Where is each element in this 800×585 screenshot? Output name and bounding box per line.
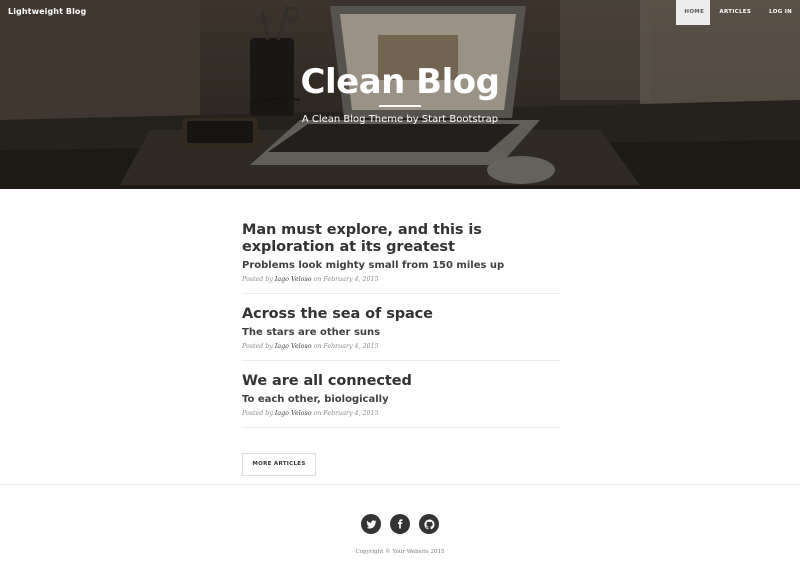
footer-divider: [0, 484, 800, 485]
nav-item-home[interactable]: Home: [676, 0, 711, 25]
post-preview[interactable]: Man must explore, and this is exploratio…: [242, 222, 560, 283]
hero-divider: [379, 105, 421, 107]
twitter-button[interactable]: [361, 514, 381, 534]
post-date: on February 4, 2015: [313, 343, 379, 350]
post-divider: [242, 360, 560, 361]
post-subtitle[interactable]: The stars are other suns: [242, 326, 560, 340]
post-preview[interactable]: We are all connected To each other, biol…: [242, 373, 560, 417]
facebook-icon: [397, 519, 403, 529]
navbar: Lightweight Blog Home Articles Log in: [0, 0, 800, 25]
more-articles-button[interactable]: More Articles: [242, 453, 316, 476]
post-meta-prefix: Posted by: [242, 276, 273, 283]
post-date: on February 4, 2015: [313, 410, 379, 417]
post-meta-prefix: Posted by: [242, 343, 273, 350]
post-subtitle[interactable]: To each other, biologically: [242, 393, 560, 407]
brand-link[interactable]: Lightweight Blog: [8, 7, 86, 16]
post-title[interactable]: Man must explore, and this is exploratio…: [242, 222, 560, 256]
post-subtitle[interactable]: Problems look mighty small from 150 mile…: [242, 259, 560, 273]
post-title[interactable]: Across the sea of space: [242, 306, 560, 323]
post-title[interactable]: We are all connected: [242, 373, 560, 390]
facebook-button[interactable]: [390, 514, 410, 534]
twitter-icon: [365, 519, 377, 529]
hero-header: Lightweight Blog Home Articles Log in Cl…: [0, 0, 800, 189]
post-meta: Posted by Iago Veloso on February 4, 201…: [242, 410, 560, 417]
post-date: on February 4, 2015: [313, 276, 379, 283]
post-divider: [242, 293, 560, 294]
post-author-link[interactable]: Iago Veloso: [275, 276, 312, 283]
post-author-link[interactable]: Iago Veloso: [275, 343, 312, 350]
github-icon: [423, 518, 435, 529]
post-divider: [242, 427, 560, 428]
copyright-text: Copyright © Your Website 2015: [355, 549, 445, 555]
post-author-link[interactable]: Iago Veloso: [275, 410, 312, 417]
github-button[interactable]: [419, 514, 439, 534]
nav-menu: Home Articles Log in: [676, 0, 800, 25]
post-preview[interactable]: Across the sea of space The stars are ot…: [242, 306, 560, 350]
nav-item-login[interactable]: Log in: [761, 0, 800, 25]
hero-subtitle: A Clean Blog Theme by Start Bootstrap: [301, 114, 499, 125]
hero-title: Clean Blog: [300, 62, 500, 102]
post-list: Man must explore, and this is exploratio…: [242, 222, 560, 428]
social-links: [361, 514, 439, 534]
post-meta-prefix: Posted by: [242, 410, 273, 417]
nav-item-articles[interactable]: Articles: [710, 0, 761, 25]
post-meta: Posted by Iago Veloso on February 4, 201…: [242, 343, 560, 350]
post-meta: Posted by Iago Veloso on February 4, 201…: [242, 276, 560, 283]
